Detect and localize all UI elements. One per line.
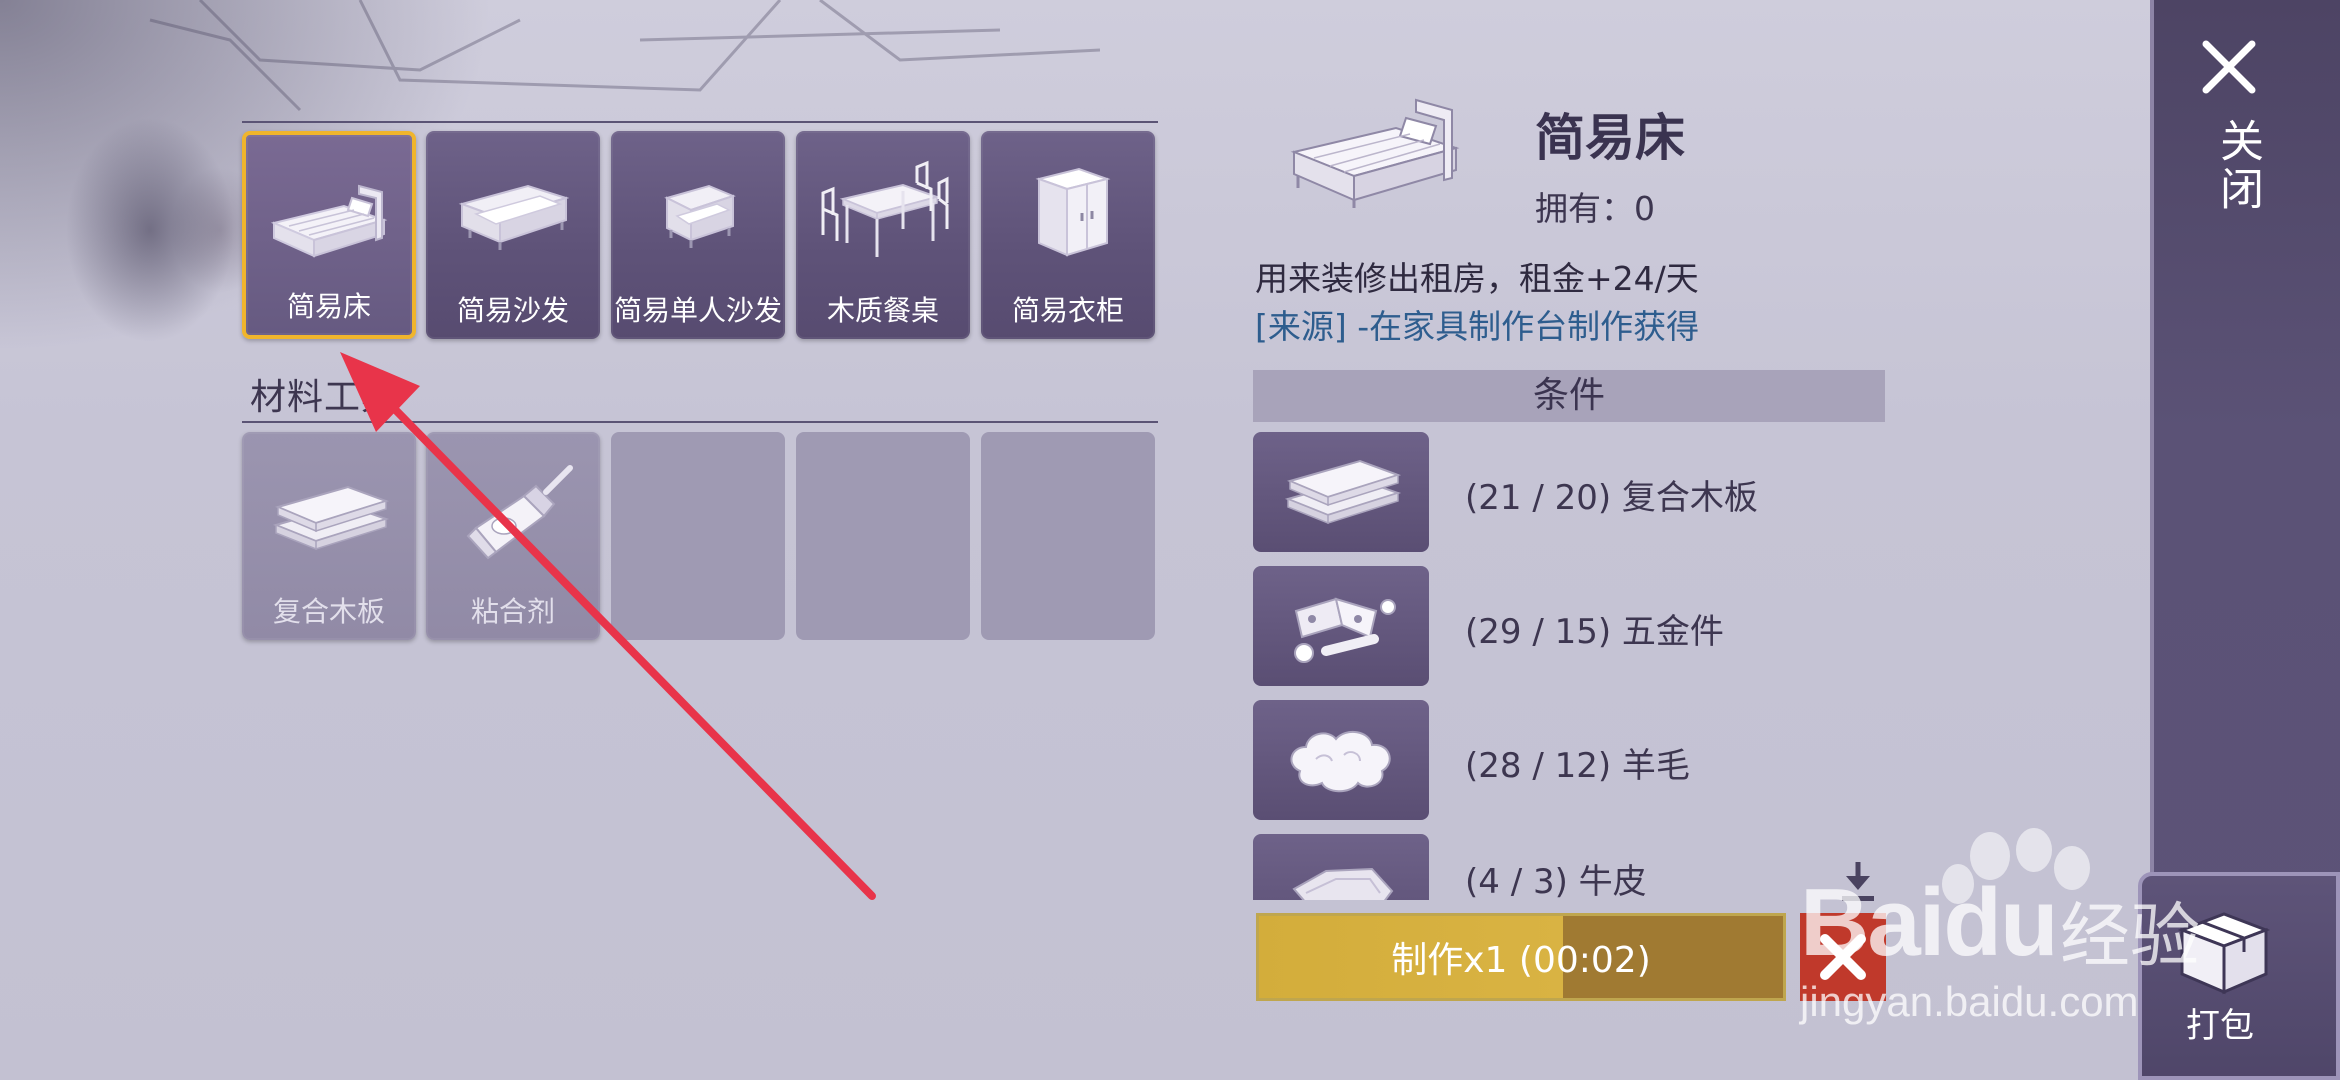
material-slot-glue[interactable]: 粘合剂 [426,432,600,640]
close-button-label[interactable]: 关闭 [2205,118,2269,214]
slot-label: 简易单人沙发 [613,294,782,327]
item-name: 简易床 [1535,109,1685,167]
materials-section-divider [242,421,1158,423]
close-icon[interactable] [2200,38,2258,96]
material-slot-empty [611,432,785,640]
leather-icon [1253,834,1429,900]
condition-text: (4 / 3) 牛皮 [1465,862,1647,900]
wardrobe-icon [981,149,1155,279]
material-slot-empty [981,432,1155,640]
owned-count: 拥有：0 [1535,189,1655,228]
conditions-header: 条件 [1253,370,1885,422]
bed-icon [246,153,412,283]
slot-label: 简易衣柜 [1011,294,1124,327]
wool-icon [1253,700,1429,820]
material-slot-wood-board[interactable]: 复合木板 [242,432,416,640]
watermark-url: jingyan.baidu.com [1800,978,2139,1025]
slot-label: 简易床 [286,290,371,323]
dining-table-icon [796,149,970,279]
furniture-slot-bed[interactable]: 简易床 [242,131,416,339]
furniture-section-divider [242,121,1158,123]
pack-button-label: 打包 [2186,1006,2254,1046]
wood-board-icon [1253,432,1429,552]
glue-icon [426,450,600,580]
condition-text: (29 / 15) 五金件 [1465,612,1724,652]
slot-label: 简易沙发 [456,294,569,327]
item-source: [来源] -在家具制作台制作获得 [1255,307,1700,346]
sofa-icon [426,149,600,279]
detail-bed-icon [1280,80,1470,210]
craft-button[interactable]: 制作x1 (00:02) [1256,913,1786,1001]
craft-button-label: 制作x1 (00:02) [1391,940,1651,981]
material-slot-empty [796,432,970,640]
slot-label: 粘合剂 [470,595,555,628]
wood-board-icon [242,450,416,580]
condition-text: (28 / 12) 羊毛 [1465,746,1690,786]
furniture-slot-armchair[interactable]: 简易单人沙发 [611,131,785,339]
furniture-slot-wardrobe[interactable]: 简易衣柜 [981,131,1155,339]
watermark-brand: Baidu [1800,869,2059,976]
armchair-icon [611,149,785,279]
watermark-brand-cn: 经验 [2060,895,2200,977]
furniture-slot-dining-table[interactable]: 木质餐桌 [796,131,970,339]
materials-section-title: 材料工具 [250,377,399,418]
item-description: 用来装修出租房，租金+24/天 [1255,259,1699,298]
hardware-icon [1253,566,1429,686]
furniture-slot-sofa[interactable]: 简易沙发 [426,131,600,339]
slot-label: 复合木板 [272,595,385,628]
condition-text: (21 / 20) 复合木板 [1465,478,1758,518]
slot-label: 木质餐桌 [826,294,939,327]
